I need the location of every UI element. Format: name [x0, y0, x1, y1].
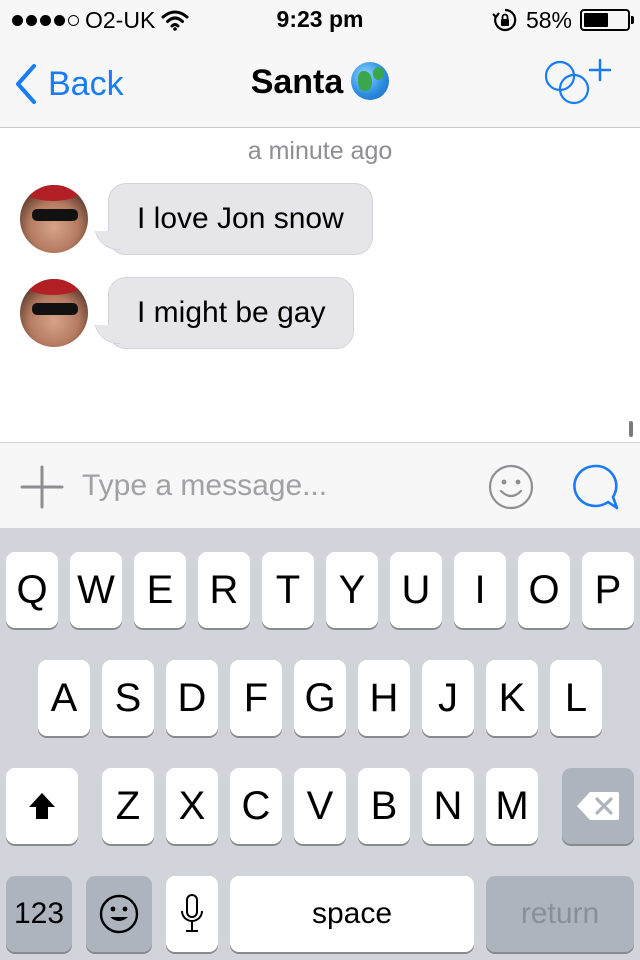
contact-avatar[interactable] — [20, 185, 88, 253]
message-timestamp: a minute ago — [247, 137, 393, 165]
globe-icon — [351, 62, 390, 100]
numbers-key[interactable]: 123 — [6, 876, 72, 952]
chat-area[interactable]: a minute ago I love Jon snow I might be … — [0, 129, 640, 442]
message-input[interactable] — [82, 459, 462, 513]
send-bubble-icon[interactable] — [572, 463, 620, 511]
dictation-key[interactable] — [166, 876, 218, 952]
contact-avatar[interactable] — [20, 279, 88, 347]
key-t[interactable]: T — [262, 552, 314, 628]
key-m[interactable]: M — [486, 768, 538, 844]
battery-percent: 58% — [525, 6, 572, 33]
key-g[interactable]: G — [294, 660, 346, 736]
add-people-icon[interactable] — [542, 58, 614, 110]
key-k[interactable]: K — [486, 660, 538, 736]
message-row: I might be gay — [20, 277, 355, 349]
message-row: I love Jon snow — [20, 183, 373, 255]
key-x[interactable]: X — [166, 768, 218, 844]
backspace-icon — [577, 792, 619, 820]
battery-level-fill — [584, 13, 609, 27]
key-j[interactable]: J — [422, 660, 474, 736]
plus-icon[interactable] — [20, 465, 64, 509]
key-h[interactable]: H — [358, 660, 410, 736]
key-z[interactable]: Z — [102, 768, 154, 844]
message-composer — [0, 442, 640, 528]
key-a[interactable]: A — [38, 660, 90, 736]
status-right: 58% — [492, 6, 634, 34]
key-e[interactable]: E — [134, 552, 186, 628]
key-i[interactable]: I — [454, 552, 506, 628]
key-v[interactable]: V — [294, 768, 346, 844]
key-y[interactable]: Y — [326, 552, 378, 628]
key-n[interactable]: N — [422, 768, 474, 844]
emoji-keyboard-icon — [99, 894, 139, 934]
key-p[interactable]: P — [582, 552, 634, 628]
message-text: I might be gay — [137, 296, 326, 329]
key-q[interactable]: Q — [6, 552, 58, 628]
smiley-icon[interactable] — [488, 464, 534, 510]
status-bar: O2-UK 9:23 pm 58% — [0, 0, 640, 40]
key-r[interactable]: R — [198, 552, 250, 628]
key-l[interactable]: L — [550, 660, 602, 736]
key-w[interactable]: W — [70, 552, 122, 628]
emoji-keyboard-key[interactable] — [86, 876, 152, 952]
microphone-icon — [181, 894, 203, 932]
message-text: I love Jon snow — [137, 202, 344, 235]
key-c[interactable]: C — [230, 768, 282, 844]
navigation-bar: Back Santa — [0, 40, 640, 128]
key-d[interactable]: D — [166, 660, 218, 736]
message-bubble[interactable]: I might be gay — [108, 277, 355, 349]
key-u[interactable]: U — [390, 552, 442, 628]
key-b[interactable]: B — [358, 768, 410, 844]
orientation-lock-icon — [492, 8, 517, 32]
shift-icon — [29, 793, 55, 819]
message-bubble[interactable]: I love Jon snow — [108, 183, 373, 255]
scroll-indicator[interactable] — [629, 421, 633, 437]
return-key[interactable]: return — [486, 876, 634, 952]
shift-key[interactable] — [6, 768, 78, 844]
battery-icon — [580, 9, 634, 31]
backspace-key[interactable] — [562, 768, 634, 844]
space-key[interactable]: space — [230, 876, 474, 952]
key-f[interactable]: F — [230, 660, 282, 736]
keyboard: Q W E R T Y U I O P A S D F G H J K L Z … — [0, 528, 640, 960]
title-text: Santa — [250, 63, 344, 101]
key-o[interactable]: O — [518, 552, 570, 628]
key-s[interactable]: S — [102, 660, 154, 736]
